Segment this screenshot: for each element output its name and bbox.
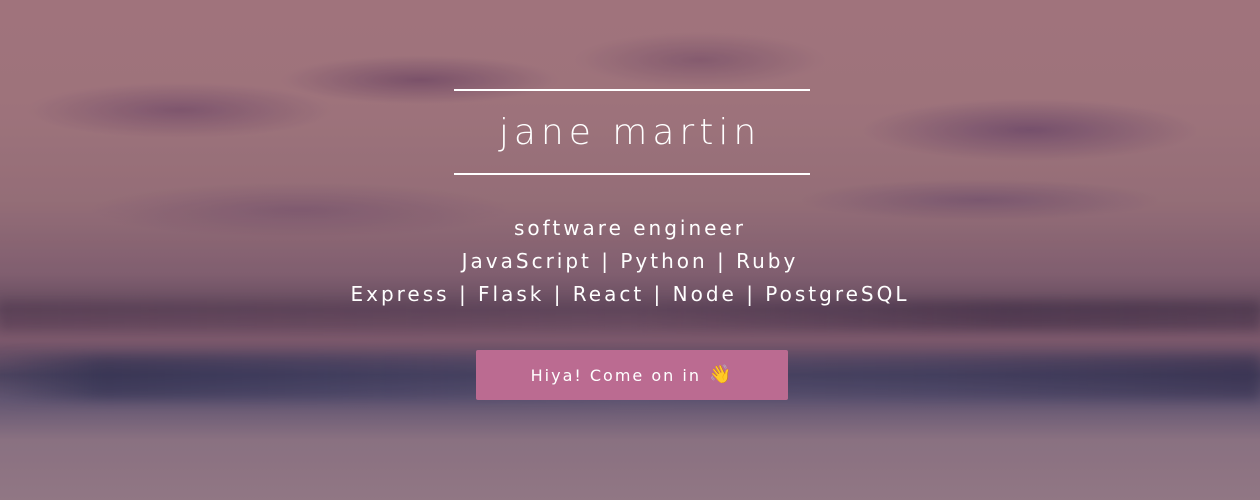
enter-button-label: Hiya! Come on in (530, 365, 701, 385)
languages-text: JavaScript | Python | Ruby (461, 249, 799, 273)
role-text: software engineer (514, 216, 746, 240)
enter-button[interactable]: Hiya! Come on in 👋 (476, 350, 788, 400)
hero-content: jane martin software engineer JavaScript… (0, 0, 1260, 500)
waving-hand-icon: 👋 (708, 364, 734, 385)
frameworks-text: Express | Flask | React | Node | Postgre… (350, 282, 910, 306)
title-rule-top (454, 89, 810, 91)
title-rule-bottom (454, 173, 810, 175)
tagline: software engineer JavaScript | Python | … (0, 212, 1260, 311)
page-title: jane martin (498, 112, 762, 153)
